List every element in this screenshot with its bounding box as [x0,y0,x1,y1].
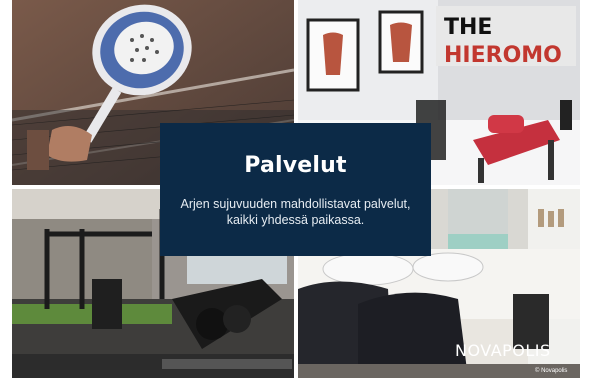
sign-line2: HIEROMO [444,43,562,68]
card-title: Palvelut [244,153,347,178]
sign-line1: THE [444,15,492,40]
novapolis-logo: NOVAPOLIS [455,341,551,360]
card-description: Arjen sujuvuuden mahdollistavat palvelut… [170,196,421,228]
card-description-line2: kaikki yhdessä paikassa. [226,213,365,227]
copyright-note: © Novapolis [535,368,568,374]
services-banner: THE HIEROMO Palvelut Arjen sujuvuuden ma… [0,0,590,378]
services-card: Palvelut Arjen sujuvuuden mahdollistavat… [160,123,431,256]
card-description-line1: Arjen sujuvuuden mahdollistavat palvelut… [180,197,411,211]
